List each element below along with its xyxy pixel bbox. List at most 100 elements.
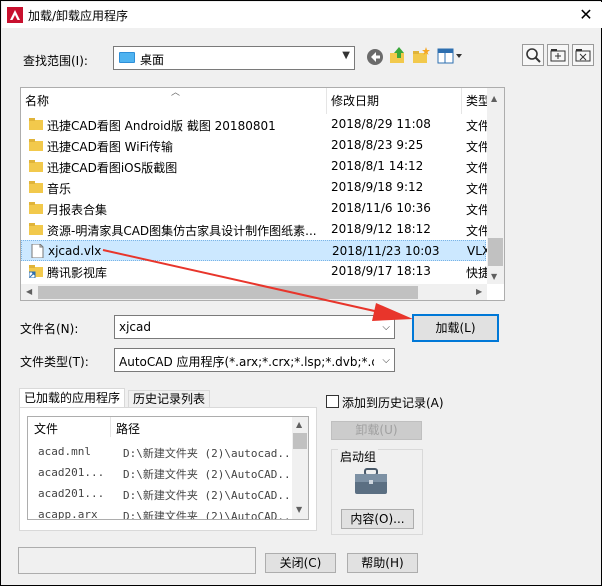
scroll-down-icon[interactable]: ▼ (491, 272, 497, 281)
shortcut-icon (29, 265, 43, 278)
file-name: 音乐 (47, 182, 72, 196)
scroll-up-icon[interactable]: ▲ (491, 94, 497, 103)
title-bar: 加载/卸载应用程序 ✕ (2, 2, 602, 28)
file-date: 2018/9/12 18:12 (331, 222, 431, 236)
file-date: 2018/8/29 11:08 (331, 117, 431, 131)
file-name: 月报表合集 (47, 203, 108, 217)
back-icon[interactable] (365, 47, 385, 67)
chevron-down-icon[interactable]: ⌵ (382, 322, 390, 333)
filename-label: 文件名(N): (20, 322, 79, 336)
column-header-file[interactable]: 文件 (34, 420, 58, 437)
app-file: acad201... (38, 466, 105, 479)
folder-icon (29, 139, 43, 151)
chevron-down-icon: ▼ (342, 50, 350, 61)
table-row[interactable]: 资源-明清家具CAD图集仿古家具设计制作图纸素... 2018/9/12 18:1… (21, 219, 490, 240)
autocad-logo-icon (7, 7, 23, 23)
view-menu-icon[interactable] (436, 46, 464, 66)
tab-loaded-apps[interactable]: 已加载的应用程序 (19, 388, 126, 408)
horizontal-scroll-thumb[interactable] (38, 286, 418, 299)
scroll-right-icon[interactable]: ▶ (476, 287, 482, 296)
briefcase-icon[interactable] (354, 467, 388, 495)
table-row[interactable]: xjcad.vlx 2018/11/23 10:03 VLX (21, 240, 490, 261)
app-path: D:\新建文件夹 (2)\AutoCAD... (123, 510, 289, 520)
vertical-scroll-thumb[interactable] (488, 238, 503, 266)
file-name: xjcad.vlx (48, 244, 102, 258)
table-row[interactable]: 迅捷CAD看图 Android版 截图 20180801 2018/8/29 11… (21, 114, 490, 135)
locations-icon[interactable] (547, 44, 569, 66)
lookin-value: 桌面 (140, 53, 165, 67)
lookin-label: 查找范围(I): (23, 54, 88, 68)
tools-icon[interactable] (572, 44, 594, 66)
scroll-up-icon[interactable]: ▲ (296, 420, 302, 429)
column-header-date[interactable]: 修改日期 (327, 88, 461, 114)
file-date: 2018/9/18 9:12 (331, 180, 424, 194)
loaded-apps-panel: 文件 路径 acad.mnl D:\新建文件夹 (2)\autocad... aca… (19, 407, 317, 531)
loaded-apps-list[interactable]: 文件 路径 acad.mnl D:\新建文件夹 (2)\autocad... aca… (27, 416, 309, 520)
column-divider (110, 417, 111, 437)
file-date: 2018/11/6 10:36 (331, 201, 431, 215)
help-button[interactable]: 帮助(H) (347, 553, 418, 573)
startup-group: 启动组 内容(O)... (331, 448, 423, 535)
file-date: 2018/9/17 18:13 (331, 264, 431, 278)
lookin-dropdown[interactable]: 桌面 ▼ (113, 46, 355, 70)
folder-icon (29, 160, 43, 172)
unload-button[interactable]: 卸载(U) (331, 421, 422, 440)
up-folder-icon[interactable] (388, 46, 408, 66)
filetype-dropdown[interactable]: AutoCAD 应用程序(*.arx;*.crx;*.lsp;*.dvb;*.d… (114, 348, 395, 372)
loaded-list-scroll-thumb[interactable] (293, 433, 307, 449)
file-name: 迅捷CAD看图 Android版 截图 20180801 (47, 119, 276, 133)
folder-icon (29, 181, 43, 193)
list-item[interactable]: acad.mnl D:\新建文件夹 (2)\autocad... (28, 443, 290, 463)
app-path: D:\新建文件夹 (2)\AutoCAD... (123, 489, 289, 502)
list-item[interactable]: acad201... D:\新建文件夹 (2)\AutoCAD... (28, 464, 290, 484)
chevron-down-icon: ⌵ (382, 355, 390, 366)
load-button[interactable]: 加载(L) (412, 314, 499, 342)
file-name: 资源-明清家具CAD图集仿古家具设计制作图纸素... (47, 224, 317, 238)
table-row[interactable]: 月报表合集 2018/11/6 10:36 文件 (21, 198, 490, 219)
close-window-button[interactable]: ✕ (576, 5, 596, 25)
file-list[interactable]: ︿ 名称 修改日期 类型 迅捷CAD看图 Android版 截图 2018080… (20, 87, 505, 301)
file-date: 2018/8/23 9:25 (331, 138, 424, 152)
list-item[interactable]: acad201... D:\新建文件夹 (2)\AutoCAD... (28, 485, 290, 505)
desktop-icon (119, 52, 135, 63)
file-name: 迅捷CAD看图 WiFi传输 (47, 140, 173, 154)
dialog-window: 加载/卸载应用程序 ✕ 查找范围(I): 桌面 ▼ ︿ 名称 修改日期 类型 迅… (0, 0, 602, 586)
window-title: 加载/卸载应用程序 (28, 9, 129, 23)
file-date: 2018/8/1 14:12 (331, 159, 424, 173)
add-history-checkbox[interactable] (326, 395, 339, 408)
table-row[interactable]: 腾讯影视库 2018/9/17 18:13 快捷 (21, 261, 490, 282)
table-row[interactable]: 迅捷CAD看图iOS版截图 2018/8/1 14:12 文件 (21, 156, 490, 177)
app-file: acapp.arx (38, 508, 98, 520)
status-field (18, 547, 256, 574)
app-file: acad.mnl (38, 445, 91, 458)
column-header-path[interactable]: 路径 (116, 420, 140, 437)
vertical-scrollbar[interactable]: ▲ ▼ (487, 88, 504, 284)
new-folder-icon[interactable] (411, 46, 431, 66)
tab-history[interactable]: 历史记录列表 (128, 390, 211, 408)
scroll-left-icon[interactable]: ◀ (26, 287, 32, 296)
filetype-value: AutoCAD 应用程序(*.arx;*.crx;*.lsp;*.dvb;*.d… (119, 355, 374, 369)
startup-group-label: 启动组 (338, 448, 379, 465)
contents-button[interactable]: 内容(O)... (341, 509, 414, 529)
table-row[interactable]: 迅捷CAD看图 WiFi传输 2018/8/23 9:25 文件 (21, 135, 490, 156)
app-path: D:\新建文件夹 (2)\AutoCAD... (123, 468, 289, 481)
list-item[interactable]: acapp.arx D:\新建文件夹 (2)\AutoCAD... (28, 506, 290, 520)
table-row[interactable]: 音乐 2018/9/18 9:12 文件 (21, 177, 490, 198)
folder-icon (29, 223, 43, 235)
file-name: 腾讯影视库 (47, 266, 108, 280)
filename-value: xjcad (119, 320, 152, 334)
file-icon (31, 244, 44, 258)
scroll-down-icon[interactable]: ▼ (296, 505, 302, 514)
app-file: acad201... (38, 487, 105, 500)
close-button[interactable]: 关闭(C) (265, 553, 336, 573)
file-date: 2018/11/23 10:03 (332, 244, 440, 258)
loaded-list-scrollbar[interactable]: ▲ ▼ (292, 417, 308, 519)
app-path: D:\新建文件夹 (2)\autocad... (123, 447, 289, 460)
filetype-label: 文件类型(T): (20, 355, 89, 369)
horizontal-scrollbar[interactable]: ◀ ▶ (21, 284, 487, 300)
filename-combobox[interactable]: xjcad ⌵ (114, 315, 395, 339)
find-icon[interactable] (522, 44, 544, 66)
file-name: 迅捷CAD看图iOS版截图 (47, 161, 178, 175)
folder-icon (29, 118, 43, 130)
column-header-name[interactable]: 名称 (21, 88, 326, 114)
